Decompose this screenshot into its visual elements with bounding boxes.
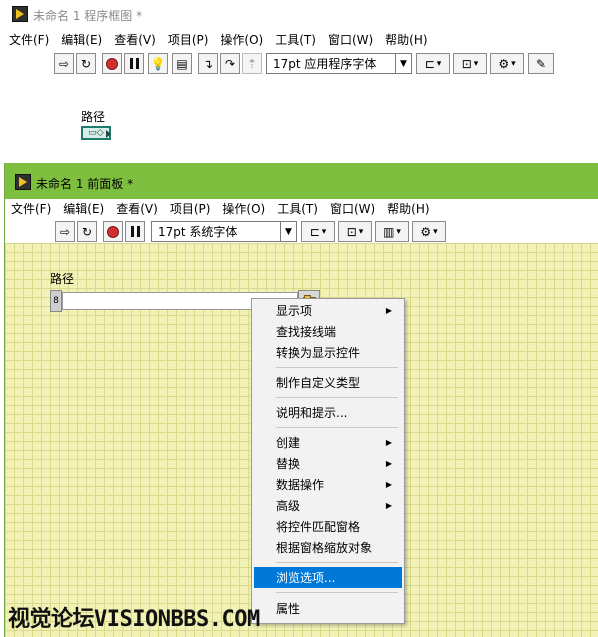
step-over-icon[interactable]: ↷ — [220, 53, 240, 74]
menu-separator — [276, 427, 398, 428]
menu-item-make-type-def[interactable]: 制作自定义类型 — [254, 372, 402, 393]
menu-help[interactable]: 帮助(H) — [379, 31, 433, 48]
run-continuously-icon[interactable]: ↻ — [77, 221, 97, 242]
menu-tools[interactable]: 工具(T) — [271, 200, 324, 217]
menu-item-fit-control-to-pane[interactable]: 将控件匹配窗格 — [254, 516, 402, 537]
menu-tools[interactable]: 工具(T) — [269, 31, 322, 48]
block-diagram-toolbar: ⇨ ↻ 💡 ▤ ↴ ↷ ⇡ 17pt 应用程序字体 ▼ ⊏ ⊡ ⚙ ✎ — [0, 51, 598, 77]
highlight-execution-icon[interactable]: 💡 — [148, 53, 168, 74]
front-panel-toolbar: ⇨ ↻ 17pt 系统字体 ▼ ⊏ ⊡ ▥ ⚙ — [5, 219, 598, 245]
menu-item-description-tip[interactable]: 说明和提示... — [254, 402, 402, 423]
menu-help[interactable]: 帮助(H) — [381, 200, 435, 217]
menu-item-data-operations[interactable]: 数据操作 — [254, 474, 402, 495]
menu-operate[interactable]: 操作(O) — [216, 200, 271, 217]
terminal-label: 路径 — [81, 110, 106, 124]
menu-view[interactable]: 查看(V) — [108, 31, 162, 48]
font-selector-value: 17pt 系统字体 — [158, 225, 238, 239]
menu-item-scale-object-with-pane[interactable]: 根据窗格缩放对象 — [254, 537, 402, 558]
stop-icon — [107, 225, 119, 238]
menu-item-change-to-indicator[interactable]: 转换为显示控件 — [254, 342, 402, 363]
menu-item-replace[interactable]: 替换 — [254, 453, 402, 474]
menu-project[interactable]: 项目(P) — [162, 31, 215, 48]
abort-button[interactable] — [102, 53, 122, 74]
menu-item-advanced[interactable]: 高级 — [254, 495, 402, 516]
context-menu: 显示项 查找接线端 转换为显示控件 制作自定义类型 说明和提示... 创建 替换… — [251, 298, 405, 624]
font-selector[interactable]: 17pt 应用程序字体 ▼ — [266, 53, 412, 74]
font-selector[interactable]: 17pt 系统字体 ▼ — [151, 221, 297, 242]
menu-file[interactable]: 文件(F) — [5, 200, 57, 217]
step-out-icon[interactable]: ⇡ — [242, 53, 262, 74]
menu-item-find-terminal[interactable]: 查找接线端 — [254, 321, 402, 342]
path-terminal[interactable]: ▭◇ — [81, 126, 111, 140]
menu-separator — [276, 397, 398, 398]
menu-separator — [276, 367, 398, 368]
menu-operate[interactable]: 操作(O) — [214, 31, 269, 48]
abort-button[interactable] — [103, 221, 123, 242]
front-panel-title: 未命名 1 前面板 * — [36, 177, 134, 191]
pause-icon — [130, 226, 140, 237]
chevron-down-icon: ▼ — [280, 222, 296, 241]
labview-app-icon — [15, 174, 31, 190]
menu-view[interactable]: 查看(V) — [110, 200, 164, 217]
distribute-objects-button[interactable]: ⊡ — [453, 53, 487, 74]
menu-project[interactable]: 项目(P) — [164, 200, 217, 217]
menu-item-browse-options[interactable]: 浏览选项... — [254, 567, 402, 588]
align-objects-button[interactable]: ⊏ — [301, 221, 335, 242]
chevron-down-icon: ▼ — [395, 54, 411, 73]
menu-window[interactable]: 窗口(W) — [322, 31, 379, 48]
block-diagram-menubar: 文件(F) 编辑(E) 查看(V) 项目(P) 操作(O) 工具(T) 窗口(W… — [3, 28, 434, 50]
reorder-button[interactable]: ⚙ — [412, 221, 446, 242]
menu-separator — [276, 592, 398, 593]
retain-wire-values-icon[interactable]: ▤ — [172, 53, 192, 74]
resize-objects-button[interactable]: ▥ — [375, 221, 409, 242]
step-into-icon[interactable]: ↴ — [198, 53, 218, 74]
distribute-objects-button[interactable]: ⊡ — [338, 221, 372, 242]
control-label: 路径 — [50, 272, 75, 286]
menu-separator — [276, 562, 398, 563]
menu-item-visible-items[interactable]: 显示项 — [254, 300, 402, 321]
front-panel-titlebar[interactable]: 未命名 1 前面板 * — [5, 163, 598, 199]
path-type-icon[interactable]: 8 — [50, 290, 62, 312]
pause-button[interactable] — [125, 221, 145, 242]
run-arrow-icon[interactable]: ⇨ — [55, 221, 75, 242]
menu-edit[interactable]: 编辑(E) — [55, 31, 108, 48]
pause-icon — [129, 58, 139, 69]
labview-app-icon — [12, 6, 28, 22]
block-diagram-title: 未命名 1 程序框图 * — [33, 9, 143, 23]
front-panel-menubar: 文件(F) 编辑(E) 查看(V) 项目(P) 操作(O) 工具(T) 窗口(W… — [5, 197, 436, 219]
run-continuously-icon[interactable]: ↻ — [76, 53, 96, 74]
block-diagram-titlebar[interactable]: 未命名 1 程序框图 * — [0, 0, 598, 28]
run-arrow-icon[interactable]: ⇨ — [54, 53, 74, 74]
pause-button[interactable] — [124, 53, 144, 74]
reorder-button[interactable]: ⚙ — [490, 53, 524, 74]
align-objects-button[interactable]: ⊏ — [416, 53, 450, 74]
menu-item-properties[interactable]: 属性 — [254, 598, 402, 619]
stop-icon — [106, 57, 118, 70]
block-diagram-window: 未命名 1 程序框图 * 文件(F) 编辑(E) 查看(V) 项目(P) 操作(… — [0, 0, 598, 163]
font-selector-value: 17pt 应用程序字体 — [273, 57, 377, 71]
menu-window[interactable]: 窗口(W) — [324, 200, 381, 217]
menu-file[interactable]: 文件(F) — [3, 31, 55, 48]
watermark-text: 视觉论坛VISIONBBS.COM — [8, 607, 260, 632]
cleanup-diagram-icon[interactable]: ✎ — [528, 53, 554, 74]
menu-edit[interactable]: 编辑(E) — [57, 200, 110, 217]
menu-item-create[interactable]: 创建 — [254, 432, 402, 453]
